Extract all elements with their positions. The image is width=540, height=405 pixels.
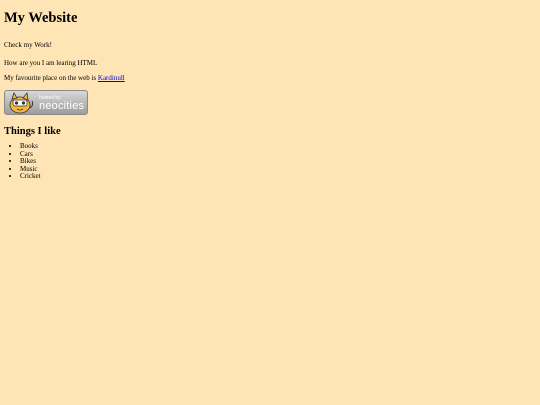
list-item: Bikes [20,157,540,166]
likes-list: Books Cars Bikes Music Cricket [0,142,540,181]
favourite-link[interactable]: Kardinull [98,74,125,82]
intro-text: Check my Work! [4,41,52,49]
list-item: Cars [20,150,540,159]
page-title: My Website [4,10,78,26]
likes-heading: Things I like [4,126,61,137]
question-text: How are you I am learing HTML [4,59,98,67]
badge-brand-label: neocities [39,100,85,112]
favourite-prefix: My favourite place on the web is [4,74,98,82]
list-item: Cricket [20,172,540,181]
favourite-place-text: My favourite place on the web is Kardinu… [4,74,540,83]
list-item: Books [20,142,540,151]
neocities-cat-icon [9,92,34,114]
page-root: My Website Check my Work! How are you I … [0,0,540,405]
neocities-badge[interactable]: hosted by neocities [4,90,88,115]
list-item: Music [20,165,540,174]
